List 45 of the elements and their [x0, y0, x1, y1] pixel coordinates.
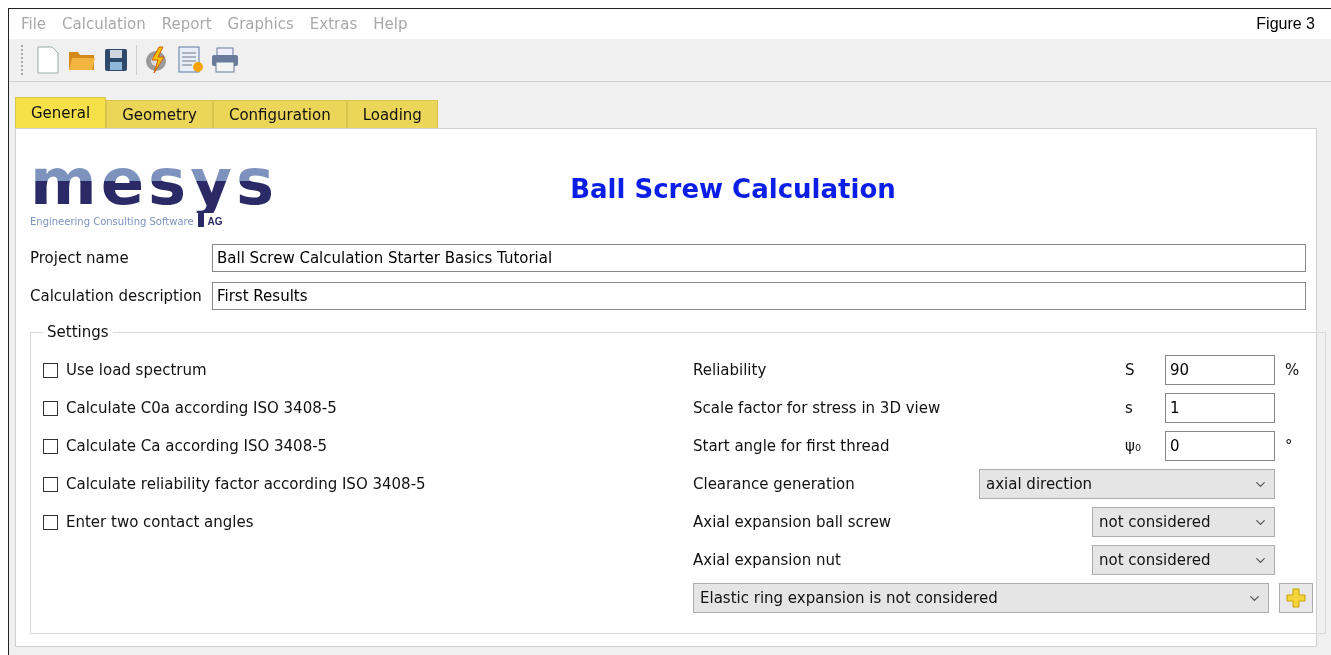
symbol-label: s — [1125, 399, 1134, 417]
dropdown[interactable]: Elastic ring expansion is not considered — [693, 583, 1269, 613]
group-title: Settings — [46, 323, 110, 341]
checkbox-label: Calculate C0a according ISO 3408-5 — [66, 399, 337, 417]
tab[interactable]: General — [15, 97, 107, 128]
field-label: Reliability — [693, 361, 768, 379]
unit-label: % — [1285, 361, 1300, 379]
checkbox[interactable] — [43, 438, 58, 454]
plus-icon — [1286, 588, 1306, 608]
field-label: Project name — [30, 249, 130, 267]
field-label: Axial expansion nut — [693, 551, 842, 569]
field-label: Clearance generation — [693, 475, 856, 493]
dropdown[interactable]: not considered — [1092, 507, 1275, 537]
tab[interactable]: Loading — [346, 100, 438, 128]
input-field[interactable]: 1 — [1165, 393, 1275, 423]
unit-label: ° — [1285, 437, 1293, 455]
dropdown[interactable]: axial direction — [979, 469, 1275, 499]
field-label: Start angle for first thread — [693, 437, 891, 455]
checkbox-label: Use load spectrum — [66, 361, 207, 379]
tab[interactable]: Geometry — [106, 100, 213, 128]
input-field[interactable]: 90 — [1165, 355, 1275, 385]
checkbox-label: Enter two contact angles — [66, 513, 254, 531]
field-label: Scale factor for stress in 3D view — [693, 399, 942, 417]
page-title: Ball Screw Calculation — [569, 174, 897, 204]
field-label: Axial expansion ball screw — [693, 513, 893, 531]
tab[interactable]: Configuration — [212, 100, 347, 128]
symbol-label: ψ₀ — [1125, 437, 1142, 455]
printer-icon — [211, 47, 239, 73]
input-field[interactable]: 0 — [1165, 431, 1275, 461]
checkbox[interactable] — [43, 362, 58, 378]
field-label: Calculation description — [30, 287, 203, 305]
folder-icon — [68, 49, 96, 71]
checkbox-label: Calculate reliability factor according ISO 3408-5 — [66, 475, 426, 493]
new-document-icon — [36, 46, 60, 74]
text-field[interactable]: First Results — [212, 282, 1306, 310]
print-button[interactable] — [211, 45, 239, 75]
symbol-label: S — [1125, 361, 1136, 379]
checkbox[interactable] — [43, 400, 58, 416]
dropdown[interactable]: not considered — [1092, 545, 1275, 575]
figure-caption: Figure 3 — [1256, 15, 1316, 33]
checkbox[interactable] — [43, 514, 58, 530]
checkbox[interactable] — [43, 476, 58, 492]
report-icon — [178, 46, 204, 74]
checkbox-label: Calculate Ca according ISO 3408-5 — [66, 437, 328, 455]
text-field[interactable]: Ball Screw Calculation Starter Basics Tutorial — [212, 244, 1306, 272]
